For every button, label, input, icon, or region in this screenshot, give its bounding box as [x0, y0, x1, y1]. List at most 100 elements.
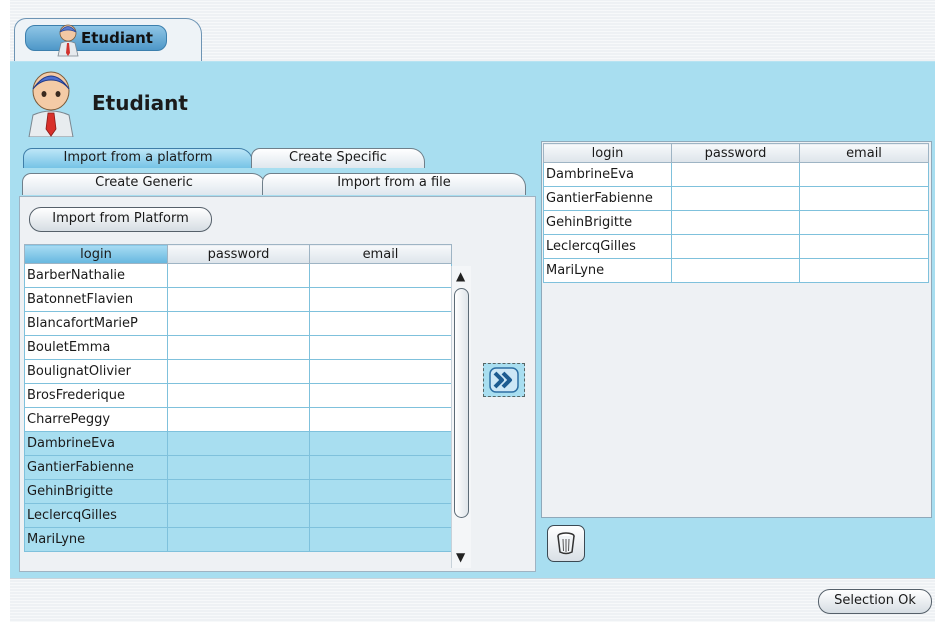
email-cell	[799, 234, 929, 259]
email-cell	[309, 287, 452, 312]
password-cell	[167, 407, 310, 432]
password-cell	[167, 359, 310, 384]
email-cell	[799, 258, 929, 283]
import-from-platform-button[interactable]: Import from Platform	[29, 207, 212, 232]
login-cell: BatonnetFlavien	[24, 287, 168, 312]
password-cell	[671, 234, 800, 259]
password-cell	[167, 431, 310, 456]
page-title: Etudiant	[92, 91, 188, 115]
table-row[interactable]: GantierFabienne	[543, 186, 929, 211]
table-row[interactable]: GehinBrigitte	[543, 210, 929, 235]
table-row[interactable]: BoulignatOlivier	[24, 359, 452, 384]
login-cell: MariLyne	[24, 527, 168, 552]
person-icon	[28, 71, 74, 137]
tab-import-from-file-label: Import from a file	[337, 175, 451, 190]
email-cell	[309, 311, 452, 336]
email-cell	[309, 527, 452, 552]
email-cell	[309, 455, 452, 480]
login-cell: GehinBrigitte	[543, 210, 672, 235]
table-row[interactable]: CharrePeggy	[24, 407, 452, 432]
selection-ok-button-label: Selection Ok	[834, 593, 916, 608]
email-cell	[309, 359, 452, 384]
tab-etudiant-label: Etudiant	[81, 29, 153, 47]
email-cell	[309, 503, 452, 528]
login-cell: LeclercqGilles	[24, 503, 168, 528]
email-cell	[309, 431, 452, 456]
password-cell	[167, 527, 310, 552]
login-cell: BarberNathalie	[24, 263, 168, 288]
table-row[interactable]: BrosFrederique	[24, 383, 452, 408]
table-scrollbar[interactable]: ▲ ▼	[451, 266, 471, 568]
table-row[interactable]: DambrineEva	[24, 431, 452, 456]
password-cell	[167, 503, 310, 528]
person-icon	[57, 24, 79, 57]
column-header-login[interactable]: login	[543, 143, 672, 163]
email-cell	[799, 186, 929, 211]
trash-icon	[557, 532, 575, 555]
footer-bar	[10, 578, 935, 622]
move-selected-button[interactable]	[483, 363, 525, 397]
password-cell	[671, 186, 800, 211]
table-row[interactable]: DambrineEva	[543, 162, 929, 187]
platform-users-table: login password email BarberNathalie Bato…	[24, 244, 452, 552]
login-cell: MariLyne	[543, 258, 672, 283]
selection-ok-button[interactable]: Selection Ok	[818, 589, 932, 614]
column-header-email[interactable]: email	[309, 244, 452, 264]
login-cell: BouletEmma	[24, 335, 168, 360]
email-cell	[799, 162, 929, 187]
login-cell: DambrineEva	[24, 431, 168, 456]
delete-selected-button[interactable]	[547, 525, 585, 562]
password-cell	[167, 311, 310, 336]
double-chevron-right-icon	[489, 367, 519, 393]
tab-import-from-platform-label: Import from a platform	[63, 150, 213, 165]
password-cell	[167, 455, 310, 480]
column-header-email[interactable]: email	[799, 143, 929, 163]
email-cell	[309, 383, 452, 408]
column-header-password[interactable]: password	[671, 143, 800, 163]
password-cell	[671, 210, 800, 235]
table-row[interactable]: LeclercqGilles	[543, 234, 929, 259]
login-cell: BoulignatOlivier	[24, 359, 168, 384]
table-row[interactable]: GantierFabienne	[24, 455, 452, 480]
login-cell: BlancafortMarieP	[24, 311, 168, 336]
table-row[interactable]: MariLyne	[543, 258, 929, 283]
email-cell	[309, 407, 452, 432]
table-header-row: login password email	[24, 244, 452, 264]
column-header-password[interactable]: password	[167, 244, 310, 264]
password-cell	[671, 258, 800, 283]
tab-create-generic-label: Create Generic	[95, 175, 193, 190]
login-cell: DambrineEva	[543, 162, 672, 187]
table-row[interactable]: BarberNathalie	[24, 263, 452, 288]
login-cell: BrosFrederique	[24, 383, 168, 408]
table-row[interactable]: GehinBrigitte	[24, 479, 452, 504]
column-header-login[interactable]: login	[24, 244, 168, 264]
selected-users-table: login password email DambrineEva Gantier…	[543, 143, 929, 283]
login-cell: GantierFabienne	[24, 455, 168, 480]
login-cell: GehinBrigitte	[24, 479, 168, 504]
tab-etudiant[interactable]: Etudiant	[14, 18, 202, 63]
scrollbar-thumb[interactable]	[454, 288, 469, 518]
tab-import-from-file[interactable]: Import from a file	[262, 173, 526, 195]
tab-create-specific[interactable]: Create Specific	[251, 148, 425, 168]
password-cell	[671, 162, 800, 187]
table-row[interactable]: BouletEmma	[24, 335, 452, 360]
table-header-row: login password email	[543, 143, 929, 163]
password-cell	[167, 263, 310, 288]
login-cell: CharrePeggy	[24, 407, 168, 432]
email-cell	[309, 335, 452, 360]
tab-import-from-platform[interactable]: Import from a platform	[23, 148, 253, 168]
chevron-up-icon[interactable]: ▲	[456, 269, 465, 283]
login-cell: LeclercqGilles	[543, 234, 672, 259]
import-from-platform-button-label: Import from Platform	[52, 211, 189, 226]
table-row[interactable]: BatonnetFlavien	[24, 287, 452, 312]
password-cell	[167, 383, 310, 408]
table-row[interactable]: LeclercqGilles	[24, 503, 452, 528]
table-row[interactable]: BlancafortMarieP	[24, 311, 452, 336]
password-cell	[167, 287, 310, 312]
password-cell	[167, 335, 310, 360]
chevron-down-icon[interactable]: ▼	[456, 550, 465, 564]
tab-create-specific-label: Create Specific	[289, 150, 387, 165]
table-row[interactable]: MariLyne	[24, 527, 452, 552]
tab-create-generic[interactable]: Create Generic	[22, 173, 266, 195]
email-cell	[309, 263, 452, 288]
